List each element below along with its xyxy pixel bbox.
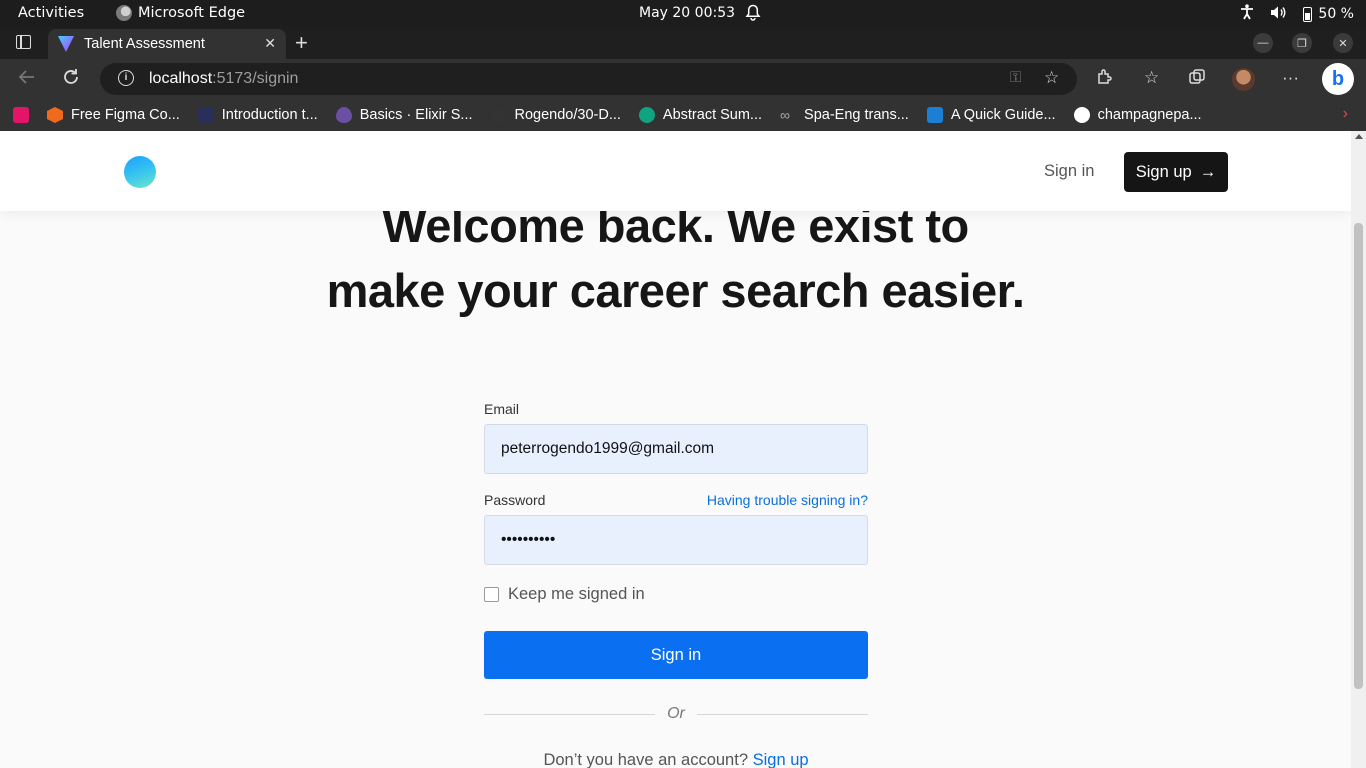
extensions-icon[interactable] <box>1096 68 1114 91</box>
app-menu[interactable]: Microsoft Edge <box>116 5 245 21</box>
header-signin-link[interactable]: Sign in <box>1044 162 1094 181</box>
signin-button[interactable]: Sign in <box>484 631 868 679</box>
keep-signed-in-checkbox[interactable] <box>484 587 499 602</box>
header-signup-button[interactable]: Sign up → <box>1124 152 1228 192</box>
keep-signed-in-row[interactable]: Keep me signed in <box>484 585 868 604</box>
bookmark-item[interactable]: champagnepa... <box>1073 107 1202 123</box>
scrollbar-thumb[interactable] <box>1354 223 1363 689</box>
openai-bookmark-icon <box>638 107 655 123</box>
system-top-bar: Activities Microsoft Edge May 20 00:53 5… <box>0 0 1366 27</box>
notification-bell-icon[interactable] <box>745 4 761 25</box>
email-label: Email <box>484 401 520 417</box>
arrow-right-icon: → <box>1199 162 1217 181</box>
figma-bookmark-icon <box>47 107 63 123</box>
close-tab-icon[interactable]: ✕ <box>264 35 276 52</box>
bing-copilot-icon[interactable]: b <box>1322 63 1354 95</box>
signin-form: Email peterrogendo1999@gmail.com Passwor… <box>484 401 868 768</box>
bookmark-item[interactable]: Free Figma Co... <box>47 107 180 123</box>
back-icon[interactable] <box>18 68 36 91</box>
system-tray[interactable]: 50 % <box>1240 4 1354 24</box>
bookmark-downloads[interactable] <box>13 107 37 123</box>
activities-button[interactable]: Activities <box>18 5 84 21</box>
address-toolbar: i localhost:5173/signin ⚿ ☆ ☆ ··· b <box>0 59 1366 99</box>
page-scrollbar[interactable] <box>1351 131 1366 768</box>
download-icon <box>13 107 29 123</box>
bookmark-item[interactable]: Rogendo/30-D... <box>490 107 621 123</box>
bookmark-item[interactable]: Abstract Sum... <box>638 107 762 123</box>
github-bookmark-icon <box>490 107 507 123</box>
heading-line-2: make your career search easier. <box>326 264 1025 317</box>
trouble-signing-in-link[interactable]: Having trouble signing in? <box>707 492 868 508</box>
tab-actions-icon[interactable] <box>16 35 31 49</box>
collections-icon[interactable] <box>1188 68 1206 91</box>
app-name: Microsoft Edge <box>138 5 246 21</box>
edge-icon <box>116 5 132 21</box>
favorites-icon[interactable]: ☆ <box>1144 68 1159 88</box>
password-key-icon[interactable]: ⚿ <box>1010 69 1021 86</box>
more-menu-icon[interactable]: ··· <box>1282 68 1299 88</box>
bookmark-item[interactable]: A Quick Guide... <box>926 107 1056 123</box>
page-viewport: Welcome back. We exist to make your care… <box>0 131 1366 768</box>
new-tab-icon[interactable]: + <box>295 30 308 56</box>
password-field[interactable]: •••••••••• <box>484 515 868 565</box>
site-header: Sign in Sign up → <box>0 131 1351 211</box>
bookmark-item[interactable]: ∞ Spa-Eng trans... <box>780 107 909 123</box>
elixir-bookmark-icon <box>335 107 352 123</box>
guide-bookmark-icon <box>926 107 943 123</box>
signup-link[interactable]: Sign up <box>753 751 809 768</box>
volume-icon[interactable] <box>1270 5 1287 24</box>
github-bookmark-icon <box>1073 107 1090 123</box>
battery-level: 50 % <box>1318 6 1354 22</box>
or-text: Or <box>667 705 685 722</box>
page-heading: Welcome back. We exist to make your care… <box>0 193 1351 323</box>
infinity-bookmark-icon: ∞ <box>780 107 791 123</box>
logo-icon[interactable] <box>124 156 156 188</box>
divider-line <box>696 713 868 715</box>
email-field[interactable]: peterrogendo1999@gmail.com <box>484 424 868 474</box>
tab-title: Talent Assessment <box>84 36 205 52</box>
tab-talent-assessment[interactable]: Talent Assessment ✕ <box>48 29 286 59</box>
address-bar[interactable]: i localhost:5173/signin ⚿ ☆ <box>100 63 1077 95</box>
bookmark-item[interactable]: Basics · Elixir S... <box>335 107 473 123</box>
vite-favicon-icon <box>58 36 74 52</box>
refresh-icon[interactable] <box>62 68 80 91</box>
divider-line <box>484 713 656 715</box>
tab-strip: Talent Assessment ✕ + — ❐ ✕ <box>0 27 1366 59</box>
minimize-icon[interactable]: — <box>1253 33 1273 53</box>
keep-signed-in-label: Keep me signed in <box>508 585 645 603</box>
profile-avatar[interactable] <box>1232 68 1255 91</box>
site-bookmark-icon <box>197 107 214 123</box>
url-text[interactable]: localhost:5173/signin <box>149 70 298 88</box>
add-favorite-icon[interactable]: ☆ <box>1044 68 1059 88</box>
scroll-up-icon[interactable] <box>1355 134 1363 139</box>
close-window-icon[interactable]: ✕ <box>1333 33 1353 53</box>
restore-icon[interactable]: ❐ <box>1292 33 1312 53</box>
clock[interactable]: May 20 00:53 <box>639 5 735 21</box>
accessibility-icon[interactable] <box>1240 4 1254 24</box>
no-account-text: Don’t you have an account? Sign up <box>543 751 809 768</box>
battery-icon <box>1303 6 1313 22</box>
site-info-icon[interactable]: i <box>118 70 134 86</box>
bookmarks-bar: Free Figma Co... Introduction t... Basic… <box>0 99 1366 131</box>
bookmarks-overflow-icon[interactable]: › <box>1343 105 1348 123</box>
or-divider: Or <box>484 705 868 723</box>
password-label: Password <box>484 492 546 508</box>
bookmark-item[interactable]: Introduction t... <box>197 107 318 123</box>
